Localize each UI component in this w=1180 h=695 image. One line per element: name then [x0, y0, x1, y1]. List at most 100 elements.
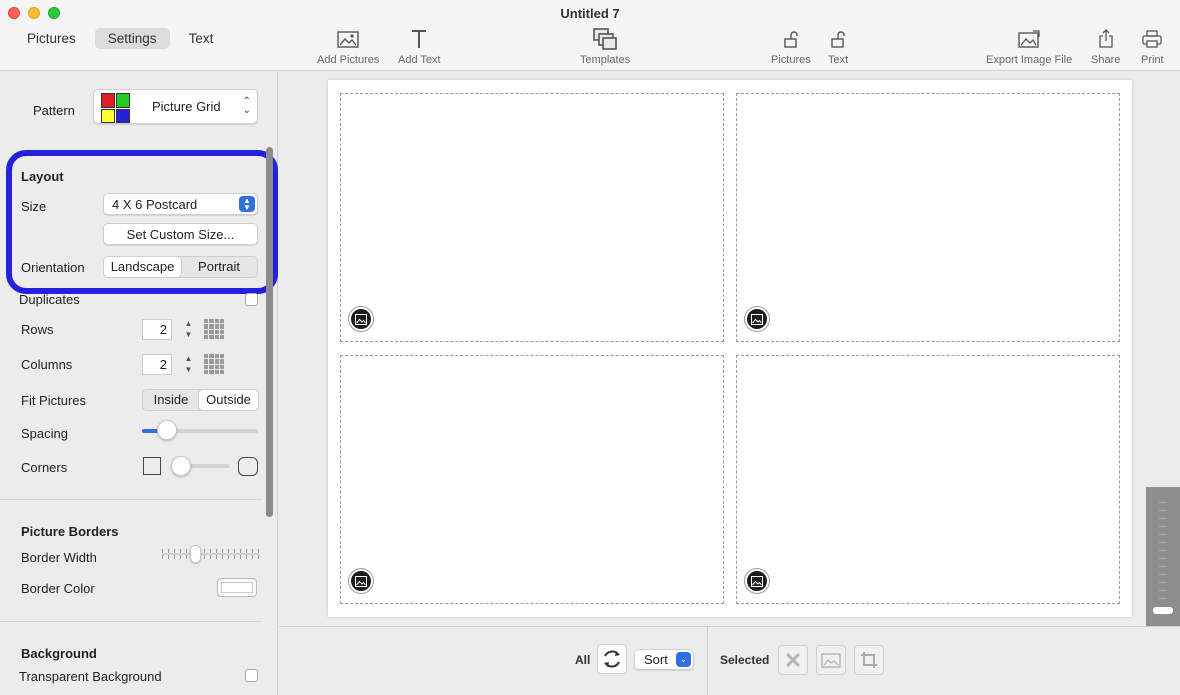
add-pictures-button[interactable]: Add Pictures: [317, 27, 379, 66]
sort-label: Sort: [644, 652, 668, 667]
add-text-button[interactable]: Add Text: [398, 27, 441, 66]
crop-icon: [861, 652, 877, 668]
columns-label: Columns: [21, 357, 73, 372]
picture-icon: [337, 27, 359, 51]
grid-icon: [204, 319, 224, 339]
orientation-segmented: Landscape Portrait: [103, 256, 258, 278]
tab-settings[interactable]: Settings: [94, 28, 170, 49]
columns-field[interactable]: 2: [142, 354, 172, 375]
corners-slider-knob[interactable]: [171, 456, 191, 476]
updown-chevron-icon: ▲ ▼: [239, 196, 255, 212]
selected-label: Selected: [720, 653, 770, 667]
share-label: Share: [1091, 54, 1121, 66]
lock-pictures-button[interactable]: Pictures: [771, 27, 811, 66]
section-divider: [0, 499, 262, 500]
picture-icon[interactable]: [745, 569, 769, 593]
size-label: Size: [21, 199, 47, 214]
add-text-label: Add Text: [398, 54, 441, 66]
picture-borders-heading: Picture Borders: [21, 524, 119, 539]
tab-text[interactable]: Text: [176, 28, 227, 49]
corners-label: Corners: [21, 460, 68, 475]
remove-selected-button[interactable]: [778, 645, 808, 675]
zoom-slider[interactable]: [1146, 487, 1180, 627]
templates-icon: [593, 27, 617, 51]
share-icon: [1098, 27, 1114, 51]
set-custom-size-button[interactable]: Set Custom Size...: [103, 223, 258, 245]
size-popup[interactable]: 4 X 6 Postcard ▲ ▼: [103, 193, 258, 215]
border-color-well[interactable]: [217, 578, 257, 597]
templates-button[interactable]: Templates: [580, 27, 630, 66]
picture-cell[interactable]: [340, 355, 724, 604]
orientation-portrait[interactable]: Portrait: [181, 257, 257, 277]
share-button[interactable]: Share: [1091, 27, 1120, 66]
pattern-value: Picture Grid: [152, 99, 221, 114]
crop-button[interactable]: [854, 645, 884, 675]
fit-pictures-segmented: Inside Outside: [142, 389, 259, 411]
transparent-background-checkbox[interactable]: [245, 669, 258, 682]
picture-icon[interactable]: [349, 307, 373, 331]
shuffle-all-button[interactable]: [597, 644, 627, 674]
picture-cell[interactable]: [736, 355, 1120, 604]
spacing-slider-knob[interactable]: [157, 420, 177, 440]
columns-stepper[interactable]: ▲ ▼: [183, 353, 194, 377]
lock-pictures-label: Pictures: [771, 54, 811, 66]
lock-text-label: Text: [828, 54, 849, 66]
pattern-swatch-icon: [101, 93, 131, 123]
add-pictures-label: Add Pictures: [317, 54, 380, 66]
print-label: Print: [1141, 54, 1164, 66]
square-corner-icon: [143, 457, 161, 475]
size-value: 4 X 6 Postcard: [112, 197, 198, 212]
picture-cell[interactable]: [736, 93, 1120, 342]
duplicates-checkbox[interactable]: [245, 293, 258, 306]
pattern-popup[interactable]: Picture Grid ⌃ ⌄: [93, 89, 258, 124]
background-heading: Background: [21, 646, 97, 661]
picture-icon[interactable]: [745, 307, 769, 331]
replace-picture-button[interactable]: [816, 645, 846, 675]
tab-pictures[interactable]: Pictures: [14, 28, 89, 49]
print-button[interactable]: Print: [1141, 27, 1164, 66]
inspector-tabs: Pictures Settings Text: [14, 28, 226, 49]
close-icon: [785, 652, 801, 668]
border-width-label: Border Width: [21, 550, 97, 565]
all-label: All: [575, 653, 591, 667]
picture-cell[interactable]: [340, 93, 724, 342]
export-image-button[interactable]: Export Image File: [986, 27, 1072, 66]
page-canvas: [328, 80, 1132, 617]
grid-icon: [204, 354, 224, 374]
window-title: Untitled 7: [560, 6, 620, 21]
fit-pictures-label: Fit Pictures: [21, 393, 87, 408]
refresh-icon: [604, 650, 620, 668]
spacing-label: Spacing: [21, 426, 68, 441]
text-icon: [411, 27, 427, 51]
picture-icon: [821, 652, 841, 668]
fit-inside[interactable]: Inside: [143, 390, 199, 410]
lock-text-button[interactable]: Text: [828, 27, 848, 66]
zoom-slider-knob[interactable]: [1153, 607, 1173, 614]
transparent-background-label: Transparent Background: [19, 669, 162, 684]
updown-chevron-icon: ⌃ ⌄: [242, 96, 251, 116]
pattern-label: Pattern: [33, 103, 75, 118]
rows-field[interactable]: 2: [142, 319, 172, 340]
picture-icon[interactable]: [349, 569, 373, 593]
border-color-label: Border Color: [21, 581, 95, 596]
duplicates-label: Duplicates: [19, 292, 80, 307]
unlock-icon: [782, 27, 800, 51]
section-divider: [0, 621, 262, 622]
sort-popup[interactable]: Sort ⌄: [634, 649, 694, 670]
printer-icon: [1142, 27, 1162, 51]
chevron-down-icon: ⌄: [676, 652, 691, 667]
rows-stepper[interactable]: ▲ ▼: [183, 318, 194, 342]
rows-label: Rows: [21, 322, 54, 337]
layout-heading: Layout: [21, 169, 64, 184]
border-width-knob[interactable]: [190, 545, 201, 563]
settings-sidebar: Pattern Picture Grid ⌃ ⌄ Layout Size 4 X …: [0, 72, 278, 695]
unlock-icon: [829, 27, 847, 51]
bottom-divider: [707, 627, 708, 695]
fit-outside[interactable]: Outside: [199, 390, 258, 410]
export-image-icon: [1018, 27, 1040, 51]
templates-label: Templates: [580, 54, 631, 66]
toolbar: Untitled 7 Pictures Settings Text Add Pi…: [0, 0, 1180, 71]
sidebar-scrollbar[interactable]: [266, 147, 273, 517]
rounded-corner-icon: [238, 457, 258, 476]
orientation-landscape[interactable]: Landscape: [104, 257, 181, 277]
